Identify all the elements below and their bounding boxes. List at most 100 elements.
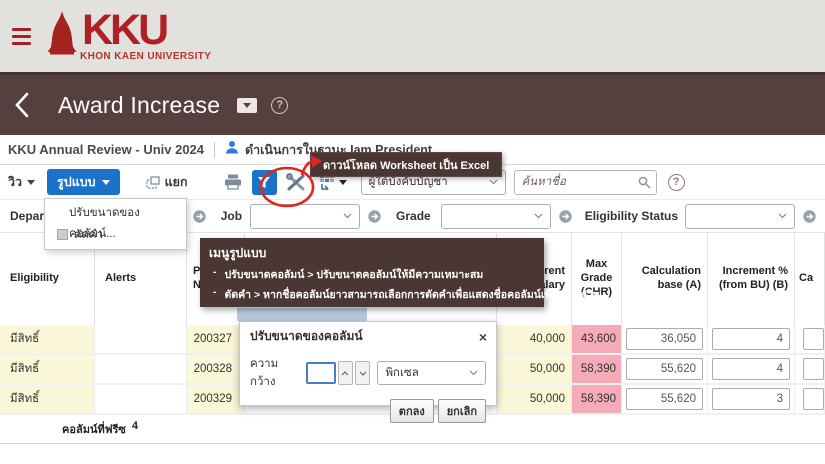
back-button[interactable] [14, 92, 30, 118]
calc-base-input[interactable]: 36,050 [626, 328, 703, 350]
spinner-down-button[interactable] [355, 361, 370, 385]
cell-current-salary: 50,000 [497, 385, 572, 413]
cell-max-grade: 58,390 [572, 355, 622, 383]
panel-toggle-icon[interactable] [237, 98, 257, 113]
view-menu-button[interactable]: วิว [8, 172, 35, 192]
partial-input[interactable] [803, 328, 824, 350]
calc-base-input[interactable]: 55,620 [626, 388, 703, 410]
chevron-up-icon [341, 371, 349, 376]
cell-current-salary: 40,000 [497, 325, 572, 353]
cell-person-number: 200329 [187, 385, 245, 413]
chevron-down-icon [359, 371, 367, 376]
job-go-button[interactable] [368, 210, 381, 223]
job-select[interactable] [250, 204, 360, 229]
caret-down-icon [102, 180, 110, 185]
increment-input[interactable]: 3 [712, 388, 790, 410]
cell-max-grade: 43,600 [572, 325, 622, 353]
detach-label: แยก [165, 172, 188, 192]
pagoda-icon [45, 10, 79, 61]
excel-tooltip: ดาวน์โหลด Worksheet เป็น Excel [310, 152, 502, 177]
filter-icon [257, 176, 271, 189]
job-label: Job [221, 209, 242, 223]
increment-input[interactable]: 4 [712, 328, 790, 350]
frozen-columns-label: คอลัมน์ที่ฟรีซ 4 [62, 420, 138, 438]
cell-alerts [95, 385, 187, 413]
annotation-note-title: เมนูรูปแบบ [209, 244, 535, 263]
chevron-down-icon [489, 179, 498, 185]
ok-button[interactable]: ตกลง [390, 399, 434, 423]
user-icon [225, 140, 239, 159]
cell-alerts [95, 355, 187, 383]
resize-column-dialog: ปรับขนาดของคอลัมน์ × ความกว้าง พิกเซล ตก… [239, 321, 497, 406]
back-chevron-icon [14, 92, 30, 118]
hamburger-menu-icon[interactable] [12, 28, 31, 45]
go-arrow-icon [193, 210, 206, 223]
print-button[interactable] [224, 174, 242, 190]
menu-item-resize-columns[interactable]: ปรับขนาดของคอลัมน์... [45, 203, 186, 224]
grade-label: Grade [396, 209, 431, 223]
menu-item-word-wrap-label: ตัดคำ [74, 226, 103, 244]
increment-input[interactable]: 4 [712, 358, 790, 380]
context-divider [214, 142, 215, 158]
format-menu-label: รูปแบบ [57, 172, 96, 192]
eligibility-status-label: Eligibility Status [585, 209, 678, 223]
tools-button[interactable] [286, 173, 307, 192]
cell-max-grade: 58,390 [572, 385, 622, 413]
grade-go-button[interactable] [559, 210, 572, 223]
chevron-down-icon [343, 213, 352, 219]
chevron-down-icon [534, 213, 543, 219]
column-header-partial[interactable]: Ca [795, 233, 825, 325]
column-header-increment[interactable]: Increment % (from BU) (B) [708, 233, 795, 325]
unit-select[interactable]: พิกเซล [377, 361, 486, 385]
review-title: KKU Annual Review - Univ 2024 [8, 142, 204, 157]
eligibility-status-go-button[interactable] [803, 210, 816, 223]
width-input[interactable] [306, 362, 336, 384]
caret-down-icon [27, 180, 35, 185]
chevron-down-icon [469, 370, 478, 376]
cell-eligibility: มีสิทธิ์ [0, 355, 95, 383]
column-highlight [237, 308, 367, 321]
filter-button[interactable] [252, 170, 277, 195]
help-icon[interactable]: ? [271, 97, 288, 114]
spinner-up-button[interactable] [338, 361, 353, 385]
column-header-max-grade[interactable]: Max Grade (CHR) [572, 233, 622, 325]
view-menu-label: วิว [8, 172, 22, 192]
go-arrow-icon [803, 210, 816, 223]
cell-person-number: 200328 [187, 355, 245, 383]
screen: KKU KHON KAEN UNIVERSITY Award Increase … [0, 0, 825, 464]
close-icon[interactable]: × [479, 331, 487, 343]
grade-select[interactable] [441, 204, 551, 229]
cancel-button[interactable]: ยกเลิก [438, 399, 486, 423]
partial-input[interactable] [803, 388, 824, 410]
format-menu-button[interactable]: รูปแบบ [47, 169, 120, 195]
search-box [514, 170, 657, 195]
page-title: Award Increase [58, 92, 220, 119]
tools-icon [286, 173, 307, 192]
width-label: ความกว้าง [250, 355, 298, 391]
unit-select-value: พิกเซล [385, 364, 418, 382]
printer-icon [224, 174, 242, 190]
frozen-columns-text: คอลัมน์ที่ฟรีซ [62, 420, 126, 438]
cell-eligibility: มีสิทธิ์ [0, 325, 95, 353]
calc-base-input[interactable]: 55,620 [626, 358, 703, 380]
dialog-title: ปรับขนาดของคอลัมน์ [250, 327, 363, 346]
go-arrow-icon [559, 210, 572, 223]
partial-input[interactable] [803, 358, 824, 380]
format-menu: ปรับขนาดของคอลัมน์... ตัดคำ [44, 198, 187, 250]
annotation-note-line: ตัดคำ > หากชื่อคอลัมน์ยาวสามารถเลือกการต… [209, 286, 535, 303]
caret-down-icon [339, 180, 347, 185]
search-icon [638, 176, 651, 189]
search-input[interactable] [514, 170, 657, 195]
column-header-calc-base[interactable]: Calculation base (A) [622, 233, 708, 325]
checkbox-icon [57, 229, 68, 240]
frozen-columns-count: 4 [132, 420, 138, 438]
detach-button[interactable]: แยก [146, 172, 188, 192]
kku-logo-text: KKU [82, 10, 211, 50]
go-arrow-icon [368, 210, 381, 223]
cell-alerts [95, 325, 187, 353]
chevron-down-icon [778, 213, 787, 219]
department-go-button[interactable] [193, 210, 206, 223]
eligibility-status-select[interactable] [685, 204, 795, 229]
search-help-icon[interactable]: ? [668, 174, 685, 191]
annotation-note: เมนูรูปแบบ ปรับขนาดคอลัมน์ > ปรับขนาดคอล… [200, 238, 544, 307]
